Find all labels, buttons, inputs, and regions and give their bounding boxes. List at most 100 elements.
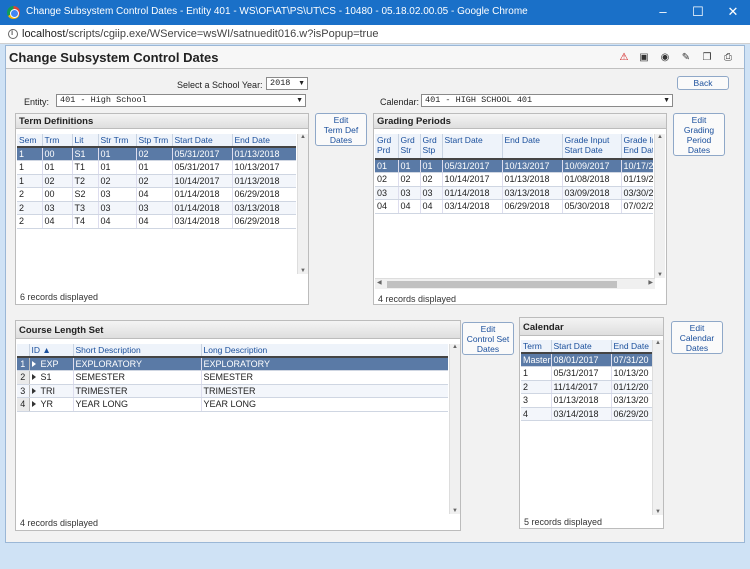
table-cell: 1	[521, 366, 552, 381]
table-row[interactable]: 3 01/13/2018 03/13/20	[521, 393, 652, 408]
column-header[interactable]: Start Date	[172, 134, 233, 148]
screen-icon[interactable]: ▣	[636, 50, 652, 65]
cell-value: YEAR LONG	[75, 399, 129, 410]
calendar-scrollbar[interactable]: ▲ ▼	[652, 340, 663, 515]
table-row[interactable]: 02 02 02 10/14/2017 01/13/2018 01/08/2018 01/1…	[375, 172, 653, 187]
course-length-set-table: ID ▲ Short Description Long Description 1E…	[17, 344, 448, 412]
column-header[interactable]: Stp Trm	[136, 134, 173, 148]
column-header[interactable]: Start Date	[551, 340, 612, 354]
edit-control-set-dates-button[interactable]: Edit Control Set Dates	[462, 322, 514, 355]
table-row[interactable]: 2 03 T3 03 03 01/14/2018 03/13/2018	[17, 201, 296, 215]
table-row[interactable]: 1 02 T2 02 02 10/14/2017 01/13/2018	[17, 174, 296, 188]
table-row[interactable]: 2 04 T4 04 04 03/14/2018 06/29/2018	[17, 214, 296, 229]
edit-calendar-dates-button[interactable]: Edit Calendar Dates	[671, 321, 723, 354]
table-cell: YEAR LONG	[201, 397, 448, 412]
table-row[interactable]: 4 YR YEAR LONG YEAR LONG	[17, 397, 448, 412]
column-header[interactable]: Trm	[42, 134, 73, 148]
column-header[interactable]: Lit	[72, 134, 99, 148]
cell-value: TRIMESTER	[203, 385, 256, 396]
column-header-line: Grade Input	[564, 135, 610, 145]
table-cell: 05/31/2017	[172, 160, 233, 175]
table-cell: 10/14/2017	[442, 172, 503, 187]
column-header[interactable]: End Date	[502, 134, 563, 160]
grading-vertical-scrollbar[interactable]: ▲ ▼	[654, 134, 665, 278]
table-cell: 03/14/2018	[442, 199, 503, 214]
column-header[interactable]: Grd Prd	[375, 134, 399, 160]
column-header[interactable]: Short Description	[73, 344, 202, 358]
table-cell: YEAR LONG	[73, 397, 202, 412]
column-header[interactable]: Start Date	[442, 134, 503, 160]
table-row[interactable]: 04 04 04 03/14/2018 06/29/2018 05/30/2018 07/0…	[375, 199, 653, 214]
table-row[interactable]: 2 00 S2 03 04 01/14/2018 06/29/2018	[17, 187, 296, 202]
table-row[interactable]: 1 05/31/2017 10/13/20	[521, 366, 652, 381]
minimize-icon[interactable]: –	[648, 3, 678, 21]
alert-icon[interactable]: ⚠	[616, 50, 632, 65]
url-text[interactable]: localhost/scripts/cgiip.exe/WService=wsW…	[22, 28, 378, 40]
column-header[interactable]: End Date	[611, 340, 652, 354]
table-row[interactable]: 2 11/14/2017 01/12/20	[521, 380, 652, 394]
copy-icon[interactable]: ❐	[699, 50, 715, 65]
column-header[interactable]: ID ▲	[29, 344, 74, 358]
table-row[interactable]: 1 01 T1 01 01 05/31/2017 10/13/2017	[17, 160, 296, 175]
column-header[interactable]: End Date	[232, 134, 296, 148]
calendar-records-count: 5 records displayed	[524, 517, 603, 527]
grading-horizontal-scrollbar[interactable]: ◀ ▶	[375, 278, 655, 289]
table-cell: 00	[42, 187, 73, 202]
table-cell: 02	[420, 172, 443, 187]
table-row[interactable]: Master 08/01/2017 07/31/20	[521, 353, 652, 367]
table-cell: 01	[98, 147, 137, 161]
course-length-scrollbar[interactable]: ▲ ▼	[449, 344, 460, 514]
table-cell: 1	[17, 147, 43, 161]
table-cell: 07/31/20	[611, 353, 652, 367]
expand-icon[interactable]	[31, 387, 36, 394]
row-number: 2	[17, 370, 30, 385]
column-header[interactable]: Grd Stp	[420, 134, 443, 160]
table-row[interactable]: 1 EXP EXPLORATORY EXPLORATORY	[17, 357, 448, 371]
entity-select[interactable]: 401 - High School ▼	[56, 94, 306, 107]
school-year-select[interactable]: 2018 ▼	[266, 77, 308, 90]
column-header[interactable]: Grade InEnd Date	[621, 134, 654, 160]
cell-value: SEMESTER	[75, 372, 126, 383]
edit-grading-period-dates-button[interactable]: Edit Grading Period Dates	[673, 113, 725, 156]
chevron-down-icon: ▼	[296, 97, 303, 104]
grading-periods-table: Grd Prd Grd Str Grd Stp Start Date End Date Grad…	[375, 134, 653, 214]
camera-icon[interactable]: ◉	[657, 50, 673, 65]
column-header[interactable]: Grade Input Start Date	[562, 134, 622, 160]
info-icon[interactable]	[8, 28, 18, 39]
column-header[interactable]: Term	[521, 340, 552, 354]
calendar-select[interactable]: 401 - HIGH SCHOOL 401 ▼	[421, 94, 673, 107]
course-length-set-title: Course Length Set	[16, 321, 460, 339]
column-header[interactable]: Grd Str	[398, 134, 421, 160]
table-cell: 03	[398, 186, 421, 200]
table-row[interactable]: 4 03/14/2018 06/29/20	[521, 407, 652, 421]
column-header[interactable]: Sem	[17, 134, 43, 148]
column-header-line: Start Date	[564, 145, 603, 155]
table-cell: Master	[521, 353, 552, 367]
notes-icon[interactable]: ✎	[678, 50, 694, 65]
table-cell: T2	[72, 174, 99, 188]
table-row[interactable]: 03 03 03 01/14/2018 03/13/2018 03/09/2018 03/3…	[375, 186, 653, 200]
school-year-label: Select a School Year:	[177, 80, 263, 90]
edit-term-def-dates-button[interactable]: Edit Term Def Dates	[315, 113, 367, 146]
print-icon[interactable]: ⎙	[720, 50, 736, 65]
table-row[interactable]: 01 01 01 05/31/2017 10/13/2017 10/09/2017 10/1…	[375, 159, 653, 173]
address-bar[interactable]: localhost/scripts/cgiip.exe/WService=wsW…	[0, 25, 750, 44]
back-button[interactable]: Back	[677, 76, 729, 90]
table-row[interactable]: 2 S1 SEMESTER SEMESTER	[17, 370, 448, 385]
table-row[interactable]: 1 00 S1 01 02 05/31/2017 01/13/2018	[17, 147, 296, 161]
sort-ascending-icon[interactable]: ▲	[40, 345, 50, 355]
column-header-line: Grade In	[623, 135, 654, 145]
table-cell: 03	[42, 201, 73, 215]
expand-icon[interactable]	[31, 361, 36, 367]
close-icon[interactable]: ✕	[718, 3, 748, 21]
grading-periods-title: Grading Periods	[374, 114, 666, 129]
table-cell: SEMESTER	[73, 370, 202, 385]
column-header[interactable]: Str Trm	[98, 134, 137, 148]
maximize-icon[interactable]: ☐	[683, 3, 713, 21]
expand-icon[interactable]	[31, 401, 36, 408]
term-scrollbar[interactable]: ▲ ▼	[297, 134, 308, 274]
expand-icon[interactable]	[31, 374, 36, 381]
popup-window: Change Subsystem Control Dates ⚠ ▣ ◉ ✎ ❐…	[5, 45, 745, 543]
column-header[interactable]: Long Description	[201, 344, 448, 358]
table-row[interactable]: 3 TRI TRIMESTER TRIMESTER	[17, 384, 448, 398]
